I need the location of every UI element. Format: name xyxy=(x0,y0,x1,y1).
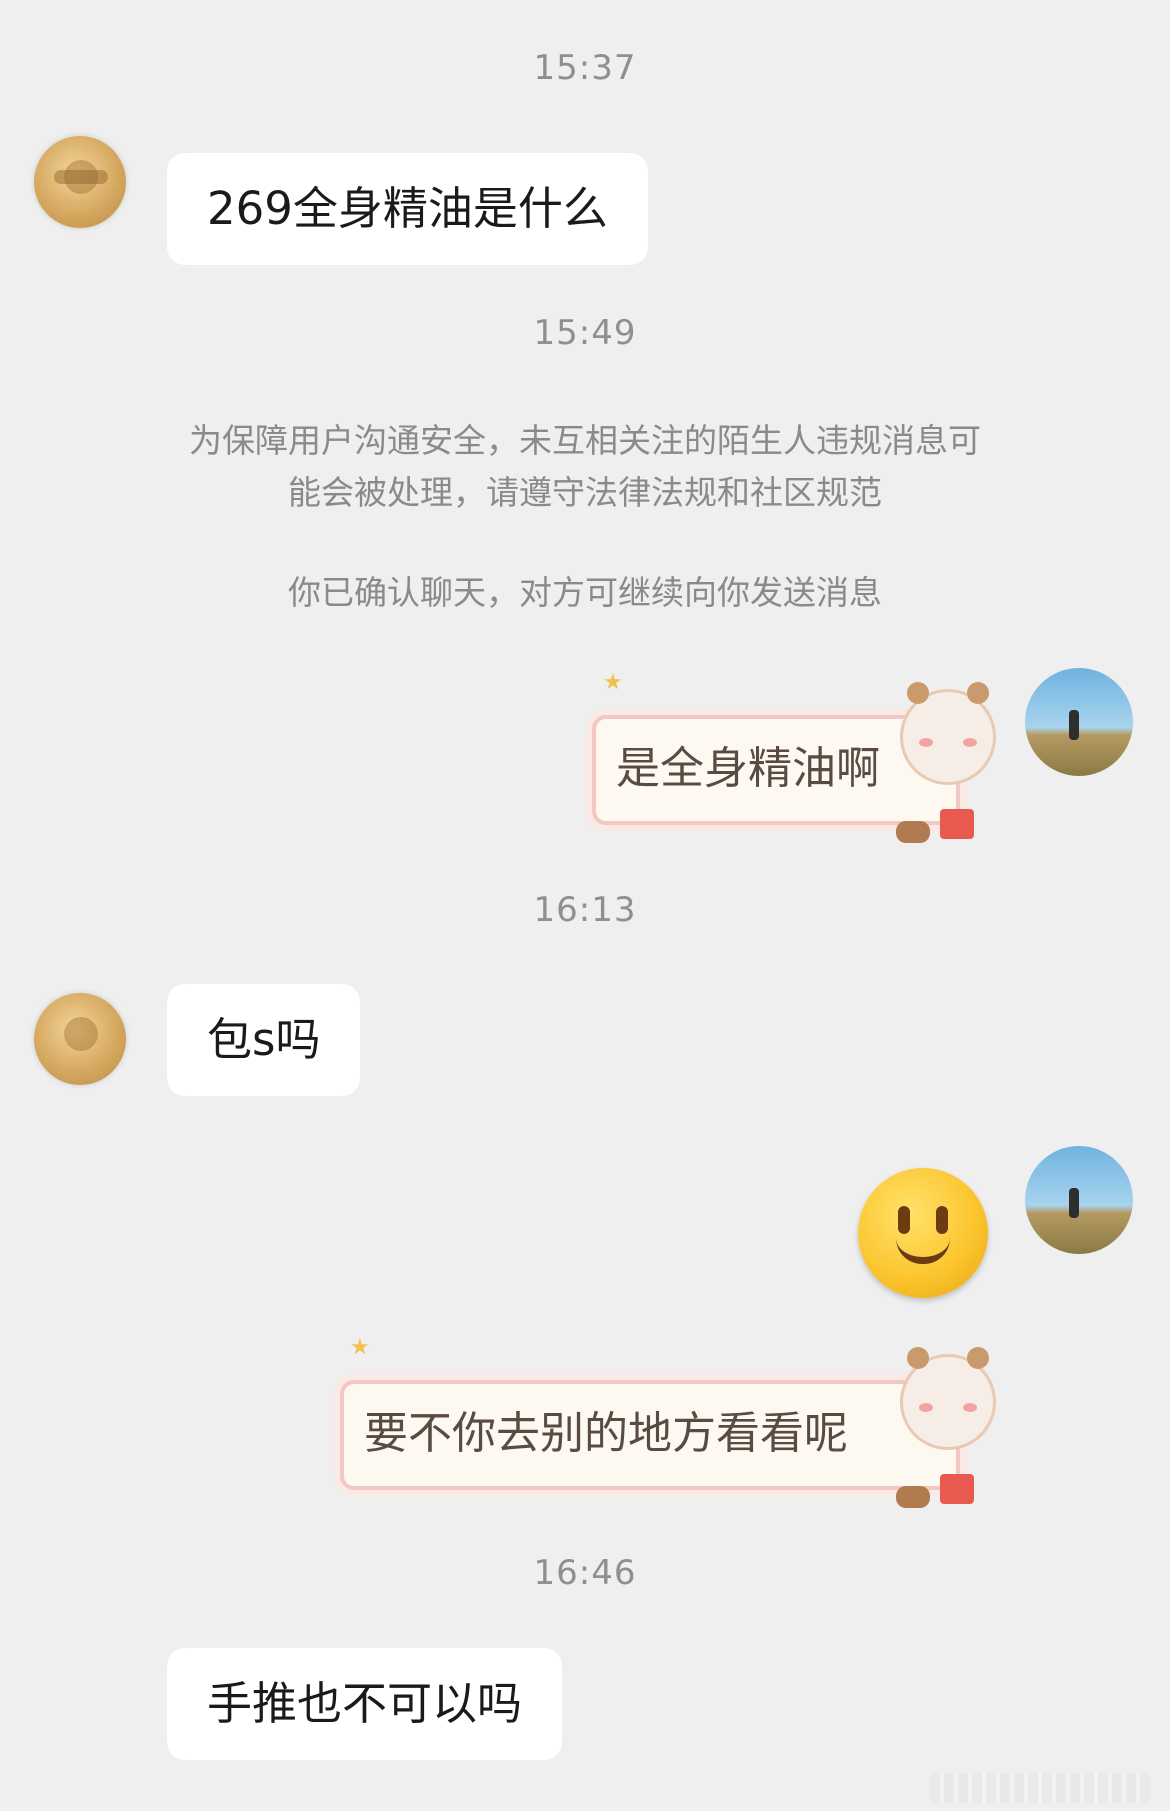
emoji-mouth-icon xyxy=(896,1238,950,1264)
star-decoration-icon: ★ xyxy=(350,1335,370,1360)
sheep-horn-icon xyxy=(907,1347,929,1369)
sheep-cheek-icon xyxy=(963,738,977,747)
avatar-image-detail xyxy=(54,170,108,184)
avatar-image-detail xyxy=(64,1017,98,1051)
incoming-message-bubble[interactable]: 包s吗 xyxy=(167,984,361,1096)
bread-icon xyxy=(896,821,930,843)
slightly-smiling-face-emoji[interactable] xyxy=(858,1168,988,1298)
avatar-image-detail xyxy=(1069,1188,1079,1218)
outgoing-sticker-message[interactable]: 是全身精油啊 xyxy=(592,682,996,843)
emoji-eye-icon xyxy=(936,1206,948,1234)
contact-avatar[interactable] xyxy=(34,136,126,228)
sticker-text: 是全身精油啊 xyxy=(616,743,880,794)
outgoing-sticker-message[interactable]: 要不你去别的地方看看呢 xyxy=(340,1347,996,1508)
sheep-cheek-icon xyxy=(963,1403,977,1412)
fries-icon xyxy=(940,1474,974,1504)
timestamp: 16:13 xyxy=(533,890,637,930)
sheep-sticker-icon xyxy=(900,682,996,785)
star-decoration-icon: ★ xyxy=(603,670,623,695)
timestamp: 15:49 xyxy=(533,313,637,353)
bread-icon xyxy=(896,1486,930,1508)
timestamp: 15:37 xyxy=(533,48,637,88)
system-notice-line: 为保障用户沟通安全，未互相关注的陌生人违规消息可 xyxy=(189,421,981,460)
sheep-horn-icon xyxy=(967,1347,989,1369)
sheep-cheek-icon xyxy=(919,738,933,747)
sheep-horn-icon xyxy=(967,682,989,704)
sticker-text: 要不你去别的地方看看呢 xyxy=(364,1408,848,1459)
contact-avatar[interactable] xyxy=(34,993,126,1085)
avatar-image-detail xyxy=(1069,710,1079,740)
fries-icon xyxy=(940,809,974,839)
system-notice-line: 能会被处理，请遵守法律法规和社区规范 xyxy=(288,473,882,512)
sheep-sticker-icon xyxy=(900,1347,996,1450)
incoming-message-bubble[interactable]: 手推也不可以吗 xyxy=(167,1648,563,1760)
incoming-message-bubble[interactable]: 269全身精油是什么 xyxy=(167,153,648,265)
watermark xyxy=(930,1773,1150,1803)
chat-view: 15:37 269全身精油是什么 15:49 为保障用户沟通安全，未互相关注的陌… xyxy=(0,0,1170,1811)
sheep-cheek-icon xyxy=(919,1403,933,1412)
my-avatar[interactable] xyxy=(1025,668,1133,776)
sheep-horn-icon xyxy=(907,682,929,704)
timestamp: 16:46 xyxy=(533,1553,637,1593)
emoji-eye-icon xyxy=(898,1206,910,1234)
my-avatar[interactable] xyxy=(1025,1146,1133,1254)
confirm-chat-notice: 你已确认聊天，对方可继续向你发送消息 xyxy=(288,573,882,612)
